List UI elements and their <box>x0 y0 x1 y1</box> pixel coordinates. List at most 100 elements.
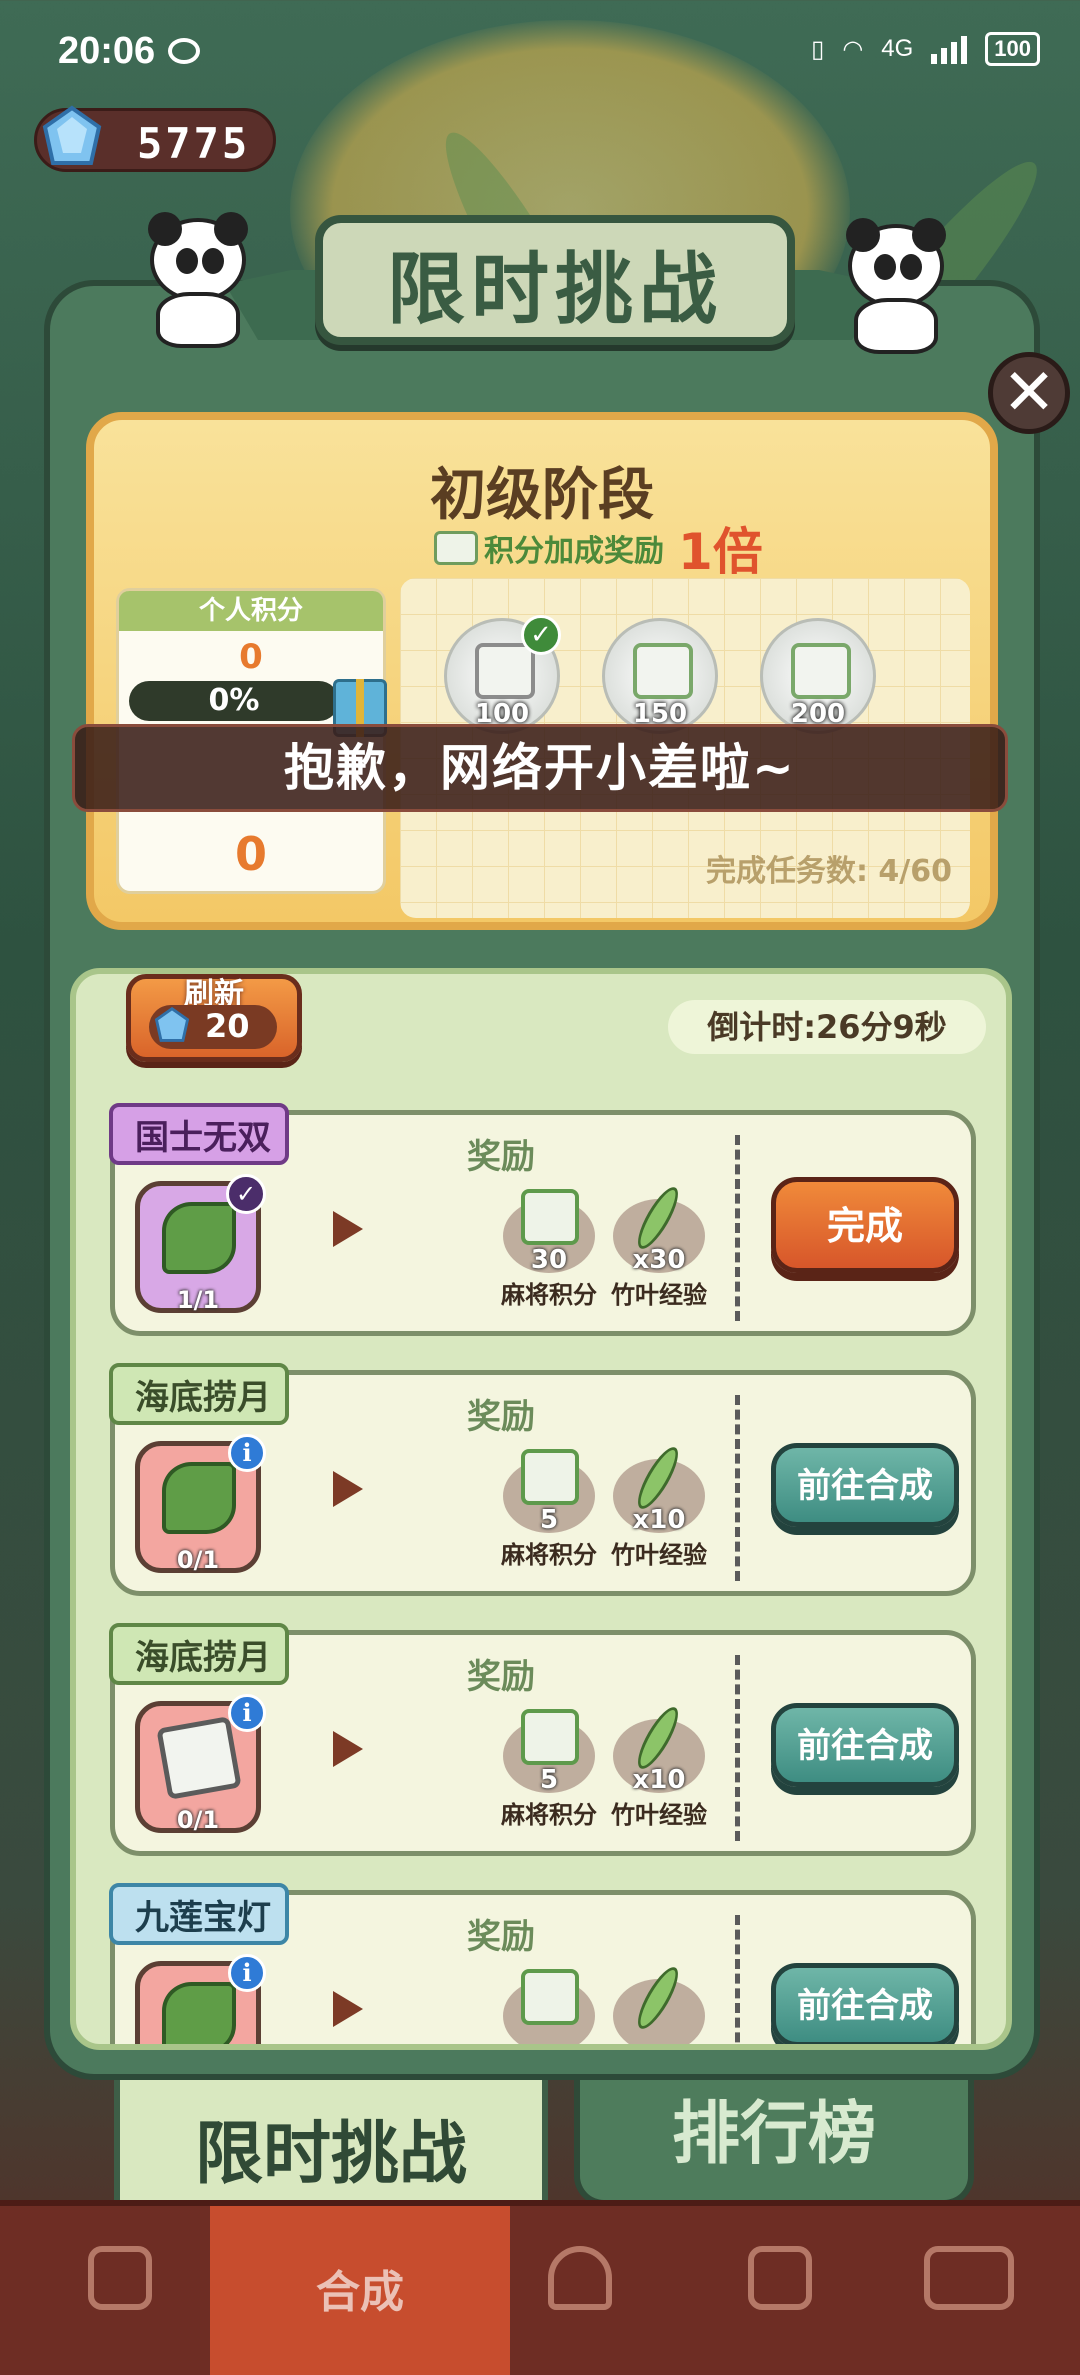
reward-value: x10 <box>632 1505 686 1535</box>
title-banner: 限时挑战 <box>225 205 885 355</box>
bus-icon <box>924 2246 1014 2310</box>
nav-bag[interactable] <box>30 2206 210 2375</box>
divider <box>735 1395 740 1581</box>
reward-name: 竹叶经验 <box>611 1541 707 1569</box>
reward-name: 麻将积分 <box>501 1281 597 1309</box>
task-item[interactable]: i 0/1 <box>135 1694 266 1834</box>
tab-leaderboard[interactable]: 排行榜 <box>574 2080 974 2206</box>
milestone-reward[interactable]: 100 ✓ <box>444 615 561 734</box>
reward-name: 麻将积分 <box>501 1801 597 1829</box>
arrow-right-icon <box>333 1991 363 2027</box>
nav-bus[interactable] <box>880 2206 1060 2375</box>
arrow-right-icon <box>333 1471 363 1507</box>
mahjong-tile-icon <box>633 643 693 699</box>
tea-bowl-icon <box>162 1982 236 2044</box>
close-icon: ✕ <box>1002 356 1056 430</box>
network-error-toast: 抱歉，网络开小差啦~ <box>72 724 1008 812</box>
task-card: 国士无双 ✓ 1/1 奖励 30 麻将积分 x30 竹叶经验 完成 <box>109 1103 976 1336</box>
reward-mahjong-points: 5 麻将积分 <box>497 1449 601 1569</box>
checkmark-icon: ✓ <box>521 615 561 655</box>
mahjong-tile-icon <box>521 1969 579 2025</box>
battery-icon: 100 <box>985 32 1040 66</box>
reward-mahjong-points: 5 麻将积分 <box>497 1709 601 1829</box>
nav-map[interactable] <box>690 2206 870 2375</box>
task-progress: 1/1 <box>176 1286 220 1314</box>
go-merge-button[interactable]: 前往合成 <box>771 1443 959 1527</box>
task-item[interactable]: ✓ 1/1 <box>135 1174 266 1314</box>
tea-leaf-icon <box>162 1462 236 1534</box>
bag-icon <box>88 2246 152 2310</box>
task-item[interactable]: i <box>135 1954 266 2044</box>
gem-count: 5775 <box>137 119 251 168</box>
network-type: 4G <box>881 35 914 62</box>
mahjong-tile-icon <box>156 1716 242 1800</box>
rank-score-value: 0 <box>234 827 267 881</box>
mahjong-tile-icon <box>475 643 535 699</box>
arrow-right-icon <box>333 1731 363 1767</box>
tasks-done-count: 完成任务数: 4/60 <box>705 854 952 889</box>
countdown-timer: 倒计时:26分9秒 <box>668 1000 986 1054</box>
nav-merge[interactable]: 合成 <box>210 2206 510 2375</box>
map-pin-icon <box>748 2246 812 2310</box>
panda-right-icon <box>836 218 956 354</box>
go-merge-button[interactable]: 前往合成 <box>771 1703 959 1787</box>
milestone-reward[interactable]: 200 <box>760 618 876 734</box>
gem-icon <box>154 1007 190 1042</box>
task-list-area[interactable]: 刷新 20 倒计时:26分9秒 国士无双 ✓ 1/1 奖励 30 麻将积分 x3… <box>70 968 1012 2050</box>
panda-left-icon <box>138 212 258 348</box>
reward-label: 奖励 <box>467 1917 535 1957</box>
task-card: 九莲宝灯 i 奖励 前往合成 <box>109 1883 976 2044</box>
gem-icon <box>42 105 102 165</box>
mahjong-tile-icon <box>521 1449 579 1505</box>
stage-card: 初级阶段 积分加成奖励 1倍 个人积分 0 0% 0 100 ✓ 150 200… <box>86 412 998 930</box>
reward-value: 30 <box>530 1245 568 1275</box>
info-icon[interactable]: i <box>228 1434 266 1472</box>
reward-mahjong-points <box>497 1969 601 2044</box>
reward-name: 竹叶经验 <box>611 1281 707 1309</box>
task-name: 国士无双 <box>109 1103 289 1165</box>
task-progress: 0/1 <box>176 1546 220 1574</box>
divider <box>735 1915 740 2044</box>
task-name: 九莲宝灯 <box>109 1883 289 1945</box>
refresh-button[interactable]: 刷新 20 <box>126 974 302 1062</box>
reward-label: 奖励 <box>467 1397 535 1437</box>
close-button[interactable]: ✕ <box>988 352 1070 434</box>
reward-value: x10 <box>632 1765 686 1795</box>
reward-bamboo-exp <box>607 1962 711 2044</box>
reward-mahjong-points: 30 麻将积分 <box>497 1189 601 1309</box>
bonus-multiplier: 1倍 <box>678 523 763 581</box>
milestone-reward[interactable]: 150 <box>602 618 718 734</box>
reward-label: 奖励 <box>467 1657 535 1697</box>
task-card: 海底捞月 i 0/1 奖励 5 麻将积分 x10 竹叶经验 前往合成 <box>109 1623 976 1856</box>
personal-score-label: 个人积分 <box>119 591 383 631</box>
bonus-text: 积分加成奖励 <box>484 534 664 569</box>
divider <box>735 1135 740 1321</box>
page-title: 限时挑战 <box>386 245 723 335</box>
reward-bamboo-exp: x30 竹叶经验 <box>607 1182 711 1309</box>
reward-bamboo-exp: x10 竹叶经验 <box>607 1442 711 1569</box>
info-icon[interactable]: i <box>228 1694 266 1732</box>
bottom-nav: 合成 <box>0 2200 1080 2375</box>
tea-leaf-icon <box>162 1202 236 1274</box>
nav-service[interactable] <box>490 2206 670 2375</box>
info-icon[interactable]: i <box>228 1954 266 1992</box>
score-progress: 0% <box>129 681 339 721</box>
reward-bamboo-exp: x10 竹叶经验 <box>607 1702 711 1829</box>
go-merge-button[interactable]: 前往合成 <box>771 1963 959 2044</box>
task-name: 海底捞月 <box>109 1623 289 1685</box>
arrow-right-icon <box>333 1211 363 1247</box>
mahjong-tile-icon <box>434 531 478 565</box>
mahjong-tile-icon <box>521 1709 579 1765</box>
reward-value: 5 <box>539 1505 559 1535</box>
checkmark-icon: ✓ <box>226 1174 266 1214</box>
status-time: 20:06 <box>58 30 156 72</box>
vibrate-icon: ▯ <box>811 35 825 63</box>
mahjong-tile-icon <box>521 1189 579 1245</box>
complete-button[interactable]: 完成 <box>771 1177 959 1273</box>
divider <box>735 1655 740 1841</box>
bonus-line: 积分加成奖励 1倍 <box>434 512 763 584</box>
status-bar: 20:06 ▯ ◠ 4G 100 <box>0 0 1080 100</box>
task-item[interactable]: i 0/1 <box>135 1434 266 1574</box>
task-progress: 0/1 <box>176 1806 220 1834</box>
gem-counter[interactable]: 5775 <box>34 105 276 172</box>
